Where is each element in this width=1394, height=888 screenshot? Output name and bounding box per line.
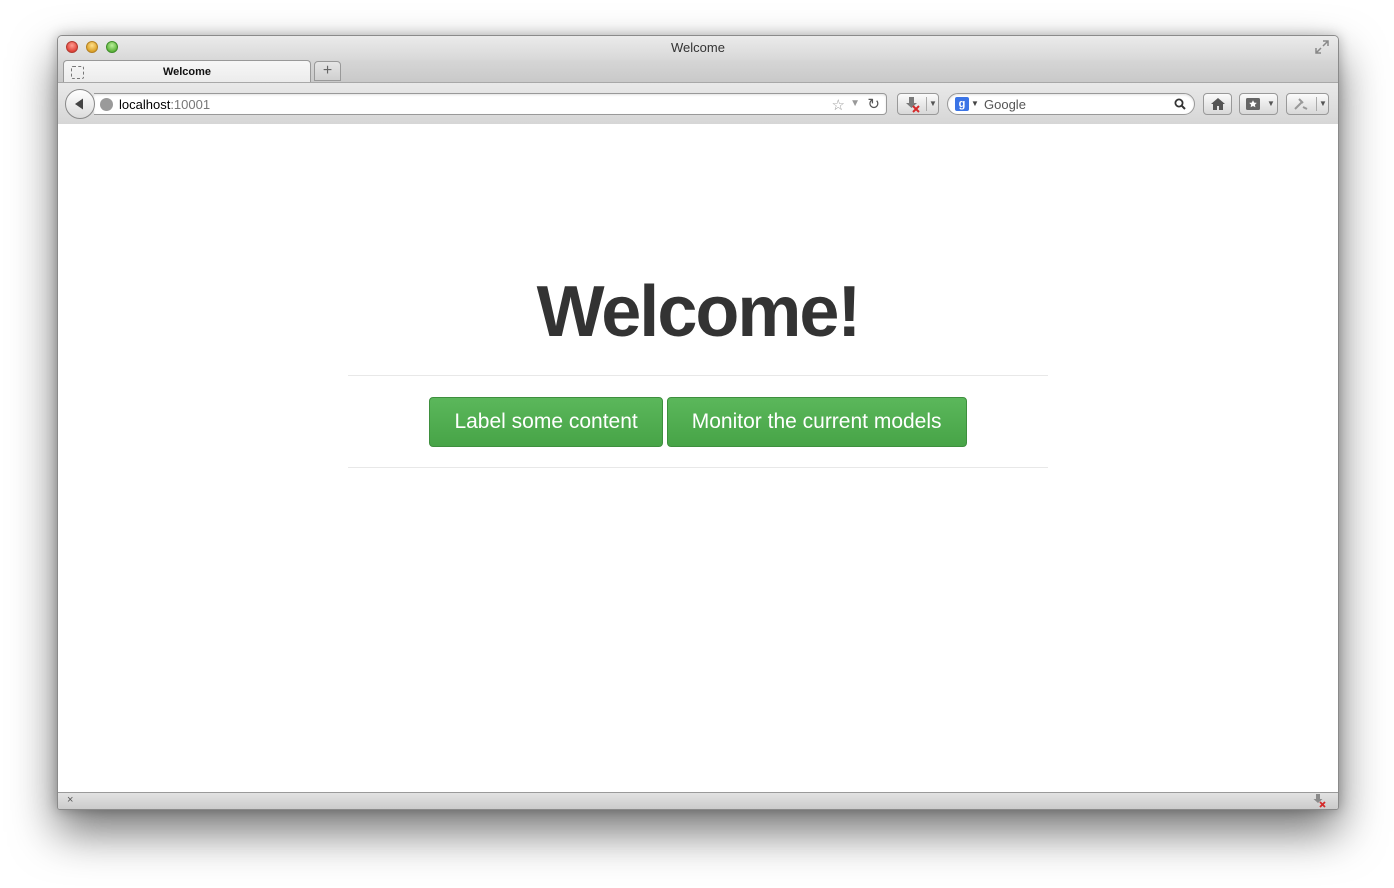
button-divider [1316,97,1317,111]
title-bar: Welcome [58,36,1338,60]
tab-welcome[interactable]: Welcome [63,60,311,83]
bookmarks-icon [1246,98,1260,110]
reload-icon[interactable]: ↻ [867,95,880,113]
window-title: Welcome [671,40,725,55]
fullscreen-icon[interactable] [1315,40,1329,54]
home-button[interactable] [1203,93,1232,115]
close-addon-bar-icon[interactable]: × [67,794,73,806]
download-button[interactable]: ▼ [897,93,939,115]
search-icon[interactable] [1174,98,1186,110]
divider-top [348,375,1048,376]
bookmarks-button[interactable]: ▼ [1239,93,1278,115]
back-button[interactable] [65,89,95,119]
globe-icon [100,98,113,111]
divider-bottom [348,467,1048,468]
blank-page-icon [71,66,84,79]
tools-button[interactable]: ▼ [1286,93,1329,115]
back-arrow-icon [75,98,83,110]
search-engine-caret-icon[interactable]: ▼ [971,99,979,108]
monitor-models-button[interactable]: Monitor the current models [666,397,967,447]
download-icon [906,97,920,113]
action-buttons: Label some content Monitor the current mo… [58,397,1338,447]
button-divider [926,97,927,111]
tab-strip: Welcome + [58,60,1338,83]
search-input[interactable] [984,96,1164,112]
star-icon[interactable]: ☆ [832,96,845,114]
tools-caret-icon[interactable]: ▼ [1319,99,1327,108]
label-content-button[interactable]: Label some content [429,397,663,447]
history-dropdown-icon[interactable]: ▼ [850,98,860,109]
download-caret-icon[interactable]: ▼ [929,99,937,108]
tab-label: Welcome [162,66,212,78]
tools-icon [1294,98,1308,110]
home-icon [1211,98,1225,110]
addon-bar: × [58,792,1338,809]
browser-window: Welcome Welcome + localhost:10001 ☆ ▼ ↻ [57,35,1339,810]
url-host: localhost [119,97,171,112]
url-port: :10001 [170,97,211,112]
download-status-icon[interactable] [1312,794,1326,808]
bookmarks-caret-icon[interactable]: ▼ [1267,99,1275,108]
url-text: localhost:10001 [119,97,210,112]
page-content: Welcome! Label some content Monitor the c… [58,124,1338,792]
google-icon[interactable]: g [955,97,969,111]
page-title: Welcome! [536,272,862,352]
search-bar[interactable]: g ▼ [947,93,1195,115]
address-bar[interactable]: localhost:10001 ☆ ▼ ↻ [94,93,887,115]
navigation-toolbar: localhost:10001 ☆ ▼ ↻ ▼ g ▼ Google ▼ ▼ [58,82,1338,125]
new-tab-button[interactable]: + [314,61,341,81]
